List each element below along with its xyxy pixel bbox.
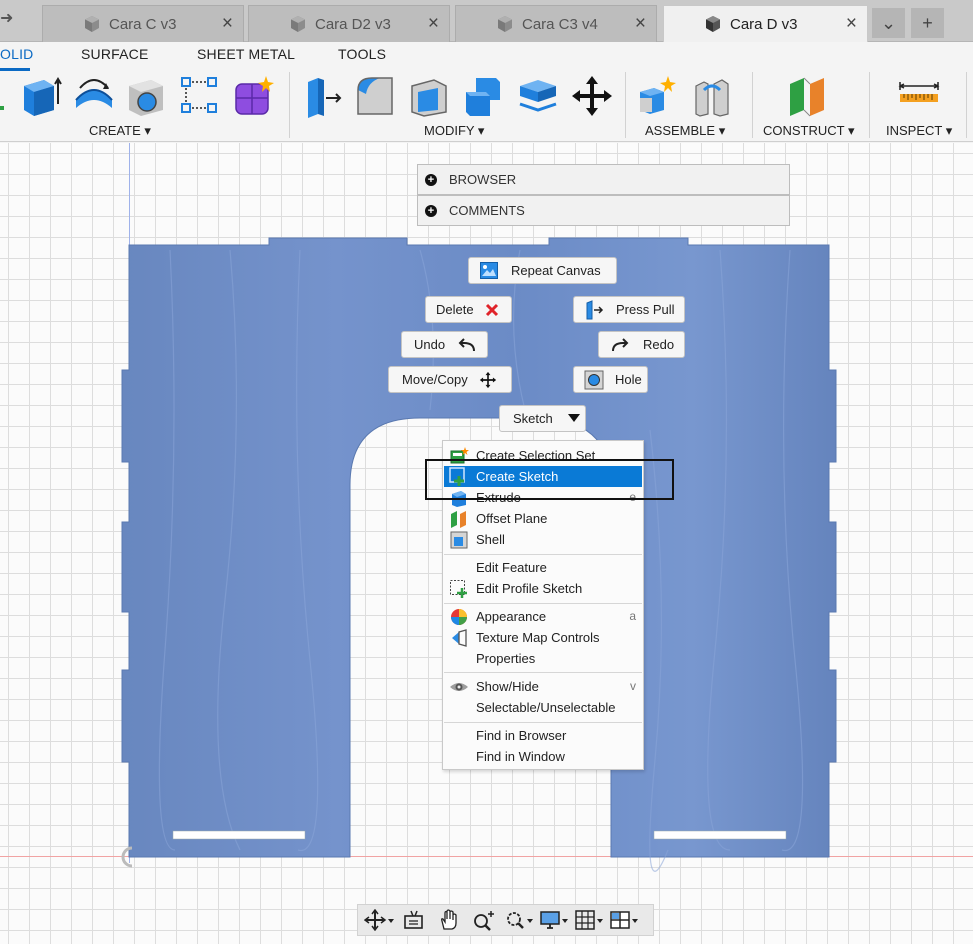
menu-separator — [444, 603, 642, 604]
hole-label: Hole — [615, 372, 642, 387]
expand-plus-icon[interactable]: + — [425, 204, 437, 217]
menu-item-label: Properties — [476, 651, 536, 666]
menu-item-find-in-window[interactable]: Find in Window — [444, 746, 642, 767]
shortcut-hint: a — [629, 609, 636, 623]
caret-down-icon — [567, 414, 580, 422]
orbit-icon — [363, 909, 394, 931]
menu-item-shell[interactable]: Shell — [444, 529, 642, 550]
move-icon — [479, 371, 496, 388]
sketch-dropdown-button[interactable]: Sketch — [499, 405, 586, 432]
sketch-label: Sketch — [513, 411, 553, 426]
menu-item-label: Texture Map Controls — [476, 630, 600, 645]
menu-item-label: Edit Feature — [476, 560, 547, 575]
eye-icon — [450, 683, 468, 691]
press-pull-icon — [586, 299, 604, 319]
delete-button[interactable]: Delete — [425, 296, 512, 323]
delete-x-icon — [485, 303, 498, 316]
menu-item-find-in-browser[interactable]: Find in Browser — [444, 725, 642, 746]
look-at-icon — [403, 910, 423, 929]
comments-panel[interactable]: + COMMENTS — [417, 195, 790, 226]
menu-separator — [444, 722, 642, 723]
press-pull-button[interactable]: Press Pull — [573, 296, 685, 323]
orbit-tool[interactable] — [362, 907, 395, 933]
menu-separator — [444, 554, 642, 555]
comments-label: COMMENTS — [449, 203, 525, 218]
redo-arrow-icon — [612, 337, 629, 351]
menu-item-label: Appearance — [476, 609, 547, 624]
offset-plane-icon — [451, 511, 466, 528]
display-settings-tool[interactable] — [537, 907, 570, 933]
shell-icon — [450, 531, 468, 549]
menu-separator — [444, 672, 642, 673]
shortcut-hint: v — [630, 679, 636, 693]
edit-profile-sketch-icon — [450, 580, 467, 598]
menu-item-label: Show/Hide — [476, 679, 539, 694]
grid-settings-tool[interactable] — [572, 907, 605, 933]
hand-pan-icon — [440, 909, 457, 930]
texture-map-icon — [452, 629, 467, 647]
monitor-icon — [539, 911, 568, 929]
slot-left — [172, 830, 306, 840]
look-at-tool[interactable] — [397, 907, 430, 933]
redo-button[interactable]: Redo — [598, 331, 685, 358]
viewports-icon — [609, 911, 638, 929]
image-icon — [480, 262, 498, 279]
delete-label: Delete — [436, 302, 474, 317]
grid-icon — [574, 910, 603, 930]
redo-label: Redo — [643, 337, 675, 352]
navigation-bar — [357, 904, 654, 936]
menu-item-label: Find in Browser — [476, 728, 567, 743]
zoom-icon — [473, 911, 494, 931]
menu-item-edit-feature[interactable]: Edit Feature — [444, 557, 642, 578]
appearance-icon — [451, 609, 467, 625]
move-copy-button[interactable]: Move/Copy — [388, 366, 512, 393]
annotation-highlight-box — [425, 459, 674, 500]
viewports-tool[interactable] — [607, 907, 640, 933]
undo-label: Undo — [414, 337, 446, 352]
menu-item-label: Edit Profile Sketch — [476, 581, 583, 596]
fit-zoom-tool[interactable] — [502, 907, 535, 933]
slot-right — [653, 830, 787, 840]
press-pull-label: Press Pull — [616, 302, 675, 317]
menu-item-label: Selectable/Unselectable — [476, 700, 616, 715]
menu-item-texture-map-controls[interactable]: Texture Map Controls — [444, 627, 642, 648]
hole-button[interactable]: Hole — [573, 366, 648, 393]
hole-icon — [584, 370, 604, 389]
menu-item-label: Find in Window — [476, 749, 565, 764]
menu-item-appearance[interactable]: Appearance a — [444, 606, 642, 627]
menu-item-edit-profile-sketch[interactable]: Edit Profile Sketch — [444, 578, 642, 599]
repeat-canvas-label: Repeat Canvas — [511, 263, 601, 278]
menu-item-label: Offset Plane — [476, 511, 548, 526]
undo-arrow-icon — [458, 337, 476, 351]
menu-item-offset-plane[interactable]: Offset Plane — [444, 508, 642, 529]
expand-plus-icon[interactable]: + — [425, 173, 437, 186]
move-copy-label: Move/Copy — [402, 372, 468, 387]
menu-item-selectable-unselectable[interactable]: Selectable/Unselectable — [444, 697, 642, 718]
undo-button[interactable]: Undo — [401, 331, 488, 358]
pan-tool[interactable] — [432, 907, 465, 933]
menu-item-show-hide[interactable]: Show/Hide v — [444, 676, 642, 697]
zoom-tool[interactable] — [467, 907, 500, 933]
browser-label: BROWSER — [449, 172, 517, 187]
browser-panel[interactable]: + BROWSER — [417, 164, 790, 195]
menu-item-properties[interactable]: Properties — [444, 648, 642, 669]
menu-item-label: Shell — [476, 532, 505, 547]
zoom-window-icon — [506, 912, 533, 929]
repeat-canvas-button[interactable]: Repeat Canvas — [468, 257, 617, 284]
